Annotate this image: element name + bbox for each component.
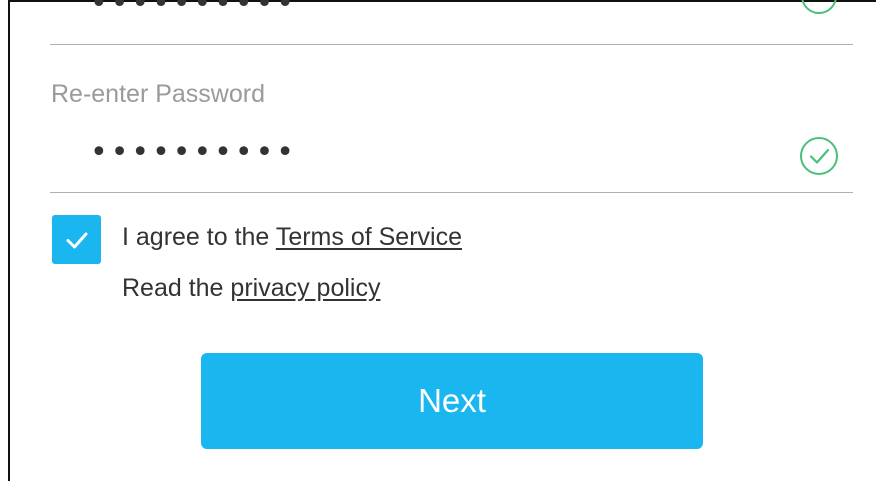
reenter-password-field[interactable]: •••••••••• [50,120,853,193]
privacy-text: Read the privacy policy [122,274,380,303]
check-circle-icon [801,0,837,14]
check-circle-icon [800,137,838,175]
terms-checkbox[interactable] [52,215,101,264]
next-button[interactable]: Next [201,353,703,449]
password-field[interactable]: •••••••••• [50,0,853,45]
privacy-policy-link[interactable]: privacy policy [230,274,380,302]
terms-prefix: I agree to the [122,223,276,251]
terms-of-service-link[interactable]: Terms of Service [276,223,462,251]
checkmark-icon [66,232,87,248]
terms-agreement-text: I agree to the Terms of Service [122,223,462,252]
privacy-prefix: Read the [122,274,231,302]
reenter-password-value: •••••••••• [90,135,297,170]
reenter-password-label: Re-enter Password [51,80,265,108]
password-value: •••••••••• [90,0,297,21]
